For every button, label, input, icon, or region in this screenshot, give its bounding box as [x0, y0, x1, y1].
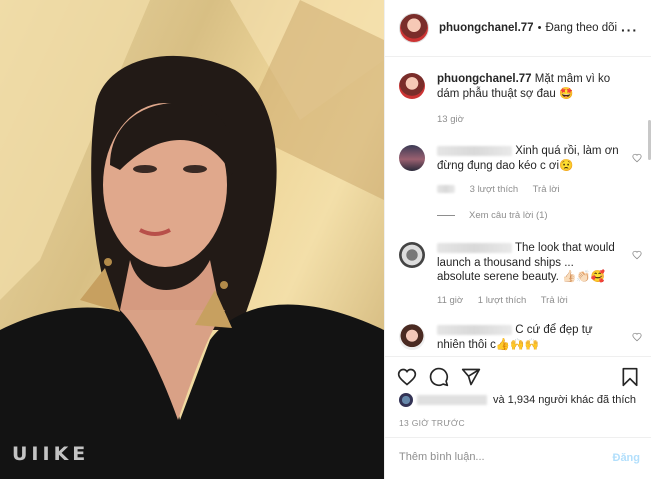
caption-time: 13 giờ	[437, 114, 464, 125]
save-bookmark-icon[interactable]	[621, 367, 639, 387]
comment-icon[interactable]	[429, 367, 449, 387]
redacted-username	[437, 145, 512, 156]
photo-watermark: UIIKE	[12, 443, 90, 465]
commenter-avatar[interactable]	[399, 145, 425, 171]
add-comment-bar: Đăng	[385, 437, 651, 480]
comment-input[interactable]	[397, 450, 581, 464]
caption-avatar[interactable]	[399, 73, 425, 99]
caption-text-block: phuongchanel.77 Mặt mâm vì ko dám phẫu t…	[437, 72, 620, 101]
caption-username[interactable]: phuongchanel.77	[437, 73, 532, 85]
like-icon[interactable]	[397, 367, 417, 387]
author-username[interactable]: phuongchanel.77	[439, 22, 534, 34]
follow-status[interactable]: Đang theo dõi	[545, 22, 617, 34]
redacted-liker-name	[417, 395, 487, 405]
commenter-avatar[interactable]	[399, 324, 425, 350]
comments-list: phuongchanel.77 Mặt mâm vì ko dám phẫu t…	[385, 57, 651, 354]
view-replies-line	[437, 215, 455, 216]
action-bar	[385, 356, 651, 397]
like-heart-icon[interactable]	[632, 332, 642, 342]
comment-text-block: The look that would launch a thousand sh…	[437, 241, 620, 285]
comment-meta: 3 lượt thích Trả lời	[437, 184, 572, 195]
view-replies-label[interactable]: Xem câu trả lời (1)	[469, 210, 548, 221]
comment-likes[interactable]: 1 lượt thích	[478, 295, 527, 306]
comment-text-block: Xinh quá rồi, làm ơn đừng đụng dao kéo c…	[437, 144, 620, 173]
more-options-icon[interactable]: ···	[621, 22, 638, 38]
redacted-username	[437, 324, 512, 335]
caption-meta: 13 giờ	[437, 114, 476, 125]
photo-illustration	[0, 0, 384, 479]
liker-avatar	[399, 393, 413, 407]
reply-button[interactable]: Trả lời	[541, 295, 568, 306]
comment-likes[interactable]: 3 lượt thích	[470, 184, 519, 195]
post-side-panel: phuongchanel.77 • Đang theo dõi ··· phuo…	[384, 0, 651, 479]
author-avatar[interactable]	[399, 13, 429, 43]
comment-time: 11 giờ	[437, 295, 464, 306]
share-icon[interactable]	[461, 367, 481, 387]
like-heart-icon[interactable]	[632, 250, 642, 260]
commenter-avatar[interactable]	[399, 242, 425, 268]
likes-summary[interactable]: và 1,934 người khác đã thích	[399, 393, 642, 407]
redacted-username	[437, 242, 512, 253]
post-header: phuongchanel.77 • Đang theo dõi ···	[385, 0, 651, 57]
view-replies[interactable]: Xem câu trả lời (1)	[437, 210, 548, 221]
post-timestamp: 13 GIỜ TRƯỚC	[399, 418, 465, 428]
header-separator: •	[537, 22, 542, 34]
reply-button[interactable]: Trả lời	[533, 184, 560, 195]
comment-text-block: C cứ để đẹp tự nhiên thôi c👍🙌🙌	[437, 323, 620, 352]
like-heart-icon[interactable]	[632, 153, 642, 163]
redacted-time	[437, 185, 455, 194]
likes-count-text[interactable]: và 1,934 người khác đã thích	[493, 394, 636, 406]
post-viewer: UIIKE phuongchanel.77 • Đang theo dõi ··…	[0, 0, 651, 479]
comment-meta: 11 giờ 1 lượt thích Trả lời	[437, 295, 580, 306]
post-photo[interactable]: UIIKE	[0, 0, 384, 479]
post-comment-button[interactable]: Đăng	[613, 452, 641, 464]
